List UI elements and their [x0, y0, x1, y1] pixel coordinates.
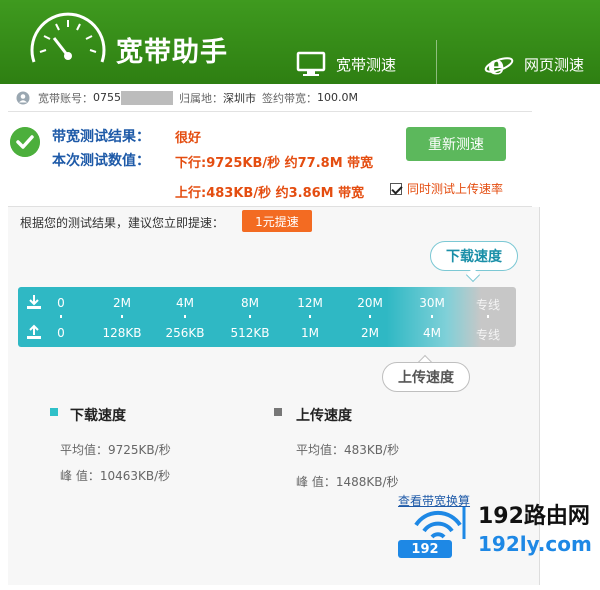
upload-speed-bubble: 上传速度 — [382, 362, 470, 392]
download-avg-label: 平均值： — [60, 443, 109, 457]
upload-test-checkbox-label: 同时测试上传速率 — [407, 182, 504, 196]
tab-broadband-speedtest[interactable]: 宽带测速 — [296, 44, 396, 84]
scale-dot — [121, 315, 123, 318]
speedup-button[interactable]: 1元提速 — [242, 210, 312, 232]
upload-scale-tick: 2M — [361, 326, 379, 340]
upload-test-checkbox-row[interactable]: 同时测试上传速率 — [390, 180, 503, 197]
upload-scale-tick: 1M — [301, 326, 319, 340]
scale-dot — [487, 315, 489, 318]
values-label: 本次测试数值： — [52, 153, 150, 169]
upload-scale-tick: 512KB — [230, 326, 270, 340]
upload-scale-tick: 128KB — [102, 326, 142, 340]
result-value: 很好 — [175, 131, 202, 146]
result-label: 带宽测试结果： — [52, 129, 150, 145]
upload-avg-value: 483KB/秒 — [344, 443, 400, 457]
upload-scale-tick: 256KB — [165, 326, 205, 340]
download-peak-label: 峰 值： — [60, 469, 100, 483]
upload-peak-value: 1488KB/秒 — [335, 475, 399, 489]
upload-result: 上行:483KB/秒 约3.86M 带宽 — [175, 186, 365, 201]
download-scale-tick: 2M — [113, 296, 131, 310]
upload-peak-label: 峰 值： — [296, 475, 336, 489]
download-scale-tick: 30M — [419, 296, 445, 310]
watermark-number: 192 — [398, 540, 452, 558]
redacted-block — [121, 90, 173, 105]
speedometer-icon — [30, 12, 106, 63]
download-scale-tick: 专线 — [475, 298, 501, 312]
scale-dot — [60, 315, 62, 318]
download-peak: 峰 值：10463KB/秒 — [60, 467, 170, 484]
scale-dot — [309, 315, 311, 318]
download-legend-swatch — [50, 408, 58, 416]
download-scale-tick: 12M — [297, 296, 323, 310]
download-icon — [27, 295, 41, 309]
monitor-icon — [296, 51, 326, 76]
download-speed-bubble: 下载速度 — [430, 241, 518, 271]
retest-button[interactable]: 重新测速 — [406, 127, 506, 161]
account-bar: 宽带账号： 0755 归属地： 深圳市 签约带宽： 100.0M — [8, 84, 532, 112]
tab-broadband-speedtest-label: 宽带测速 — [336, 55, 397, 74]
upload-scale-tick: 0 — [57, 326, 65, 340]
download-avg: 平均值：9725KB/秒 — [60, 441, 171, 458]
account-value: 0755 — [93, 91, 121, 104]
upload-legend-swatch — [274, 408, 282, 416]
upload-avg: 平均值：483KB/秒 — [296, 441, 399, 458]
ie-browser-icon: e — [484, 51, 514, 77]
scale-dot — [184, 315, 186, 318]
scale-dot — [431, 315, 433, 318]
tab-webpage-speedtest[interactable]: e 网页测速 — [484, 44, 584, 84]
nav-separator — [436, 40, 437, 84]
download-avg-value: 9725KB/秒 — [108, 443, 171, 457]
speed-scale-bar: 0 0 2M 128KB 4M 256KB 8M 512KB 12M 1M 20M 2M 30M 4M 专线… — [18, 287, 516, 347]
tab-webpage-speedtest-label: 网页测速 — [524, 55, 585, 74]
bandwidth-value: 100.0M — [317, 91, 358, 104]
watermark-url: 192ly.com — [478, 532, 592, 556]
app-title: 宽带助手 — [116, 37, 228, 68]
upload-scale-tick: 专线 — [475, 328, 501, 342]
download-scale-tick: 4M — [176, 296, 194, 310]
upload-stats-title: 上传速度 — [296, 408, 352, 424]
upload-test-checkbox[interactable] — [390, 182, 402, 195]
download-scale-tick: 0 — [57, 296, 65, 310]
download-scale-tick: 20M — [357, 296, 383, 310]
app-header: 宽带助手 宽带测速 e 网页测速 — [0, 0, 600, 84]
download-result: 下行:9725KB/秒 约77.8M 带宽 — [175, 156, 374, 171]
scale-dot — [369, 315, 371, 318]
location-value: 深圳市 — [223, 91, 256, 105]
watermark-name: 192路由网 — [478, 504, 590, 529]
upload-icon — [27, 324, 41, 339]
location-label: 归属地： — [179, 91, 223, 105]
download-scale-tick: 8M — [241, 296, 259, 310]
user-icon — [16, 91, 30, 104]
scale-dot — [249, 315, 251, 318]
download-stats-title: 下载速度 — [70, 408, 126, 424]
upload-avg-label: 平均值： — [296, 443, 345, 457]
bandwidth-label: 签约带宽： — [262, 91, 317, 105]
account-label: 宽带账号： — [38, 91, 93, 105]
upload-peak: 峰 值：1488KB/秒 — [296, 473, 399, 490]
upload-scale-tick: 4M — [423, 326, 441, 340]
check-icon — [10, 127, 40, 157]
download-peak-value: 10463KB/秒 — [99, 469, 171, 483]
suggestion-text: 根据您的测试结果，建议您立即提速： — [20, 216, 225, 230]
